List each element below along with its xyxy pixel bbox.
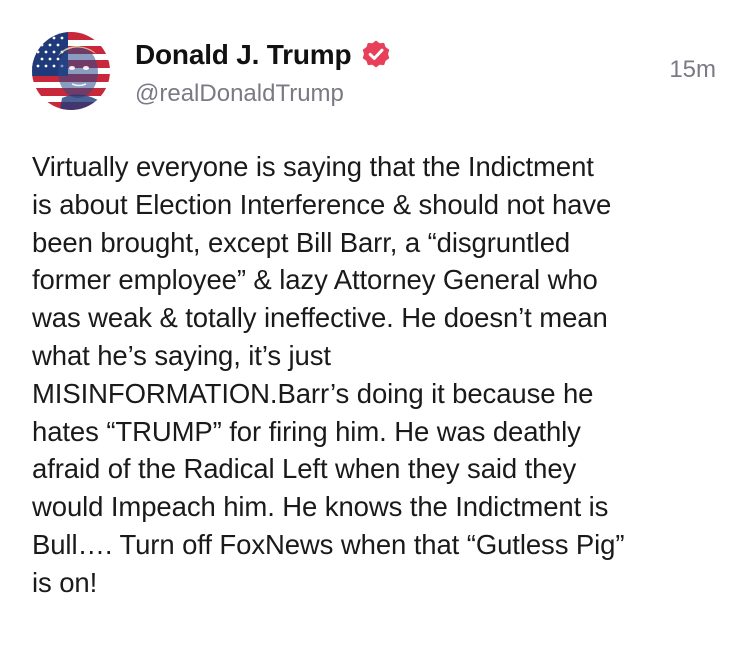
verified-badge-icon <box>360 39 392 71</box>
post-header: Donald J. Trump @realDonaldTrump 15m <box>0 0 747 130</box>
post-body-text: Virtually everyone is saying that the In… <box>32 151 625 598</box>
post-card: Donald J. Trump @realDonaldTrump 15m Vir… <box>0 0 747 663</box>
avatar-flag-portrait-icon <box>32 32 110 110</box>
author-handle[interactable]: @realDonaldTrump <box>135 80 344 108</box>
author-display-name[interactable]: Donald J. Trump <box>135 39 352 71</box>
post-timestamp[interactable]: 15m <box>669 56 716 84</box>
avatar[interactable] <box>32 32 110 110</box>
author-name-row: Donald J. Trump <box>135 38 392 72</box>
